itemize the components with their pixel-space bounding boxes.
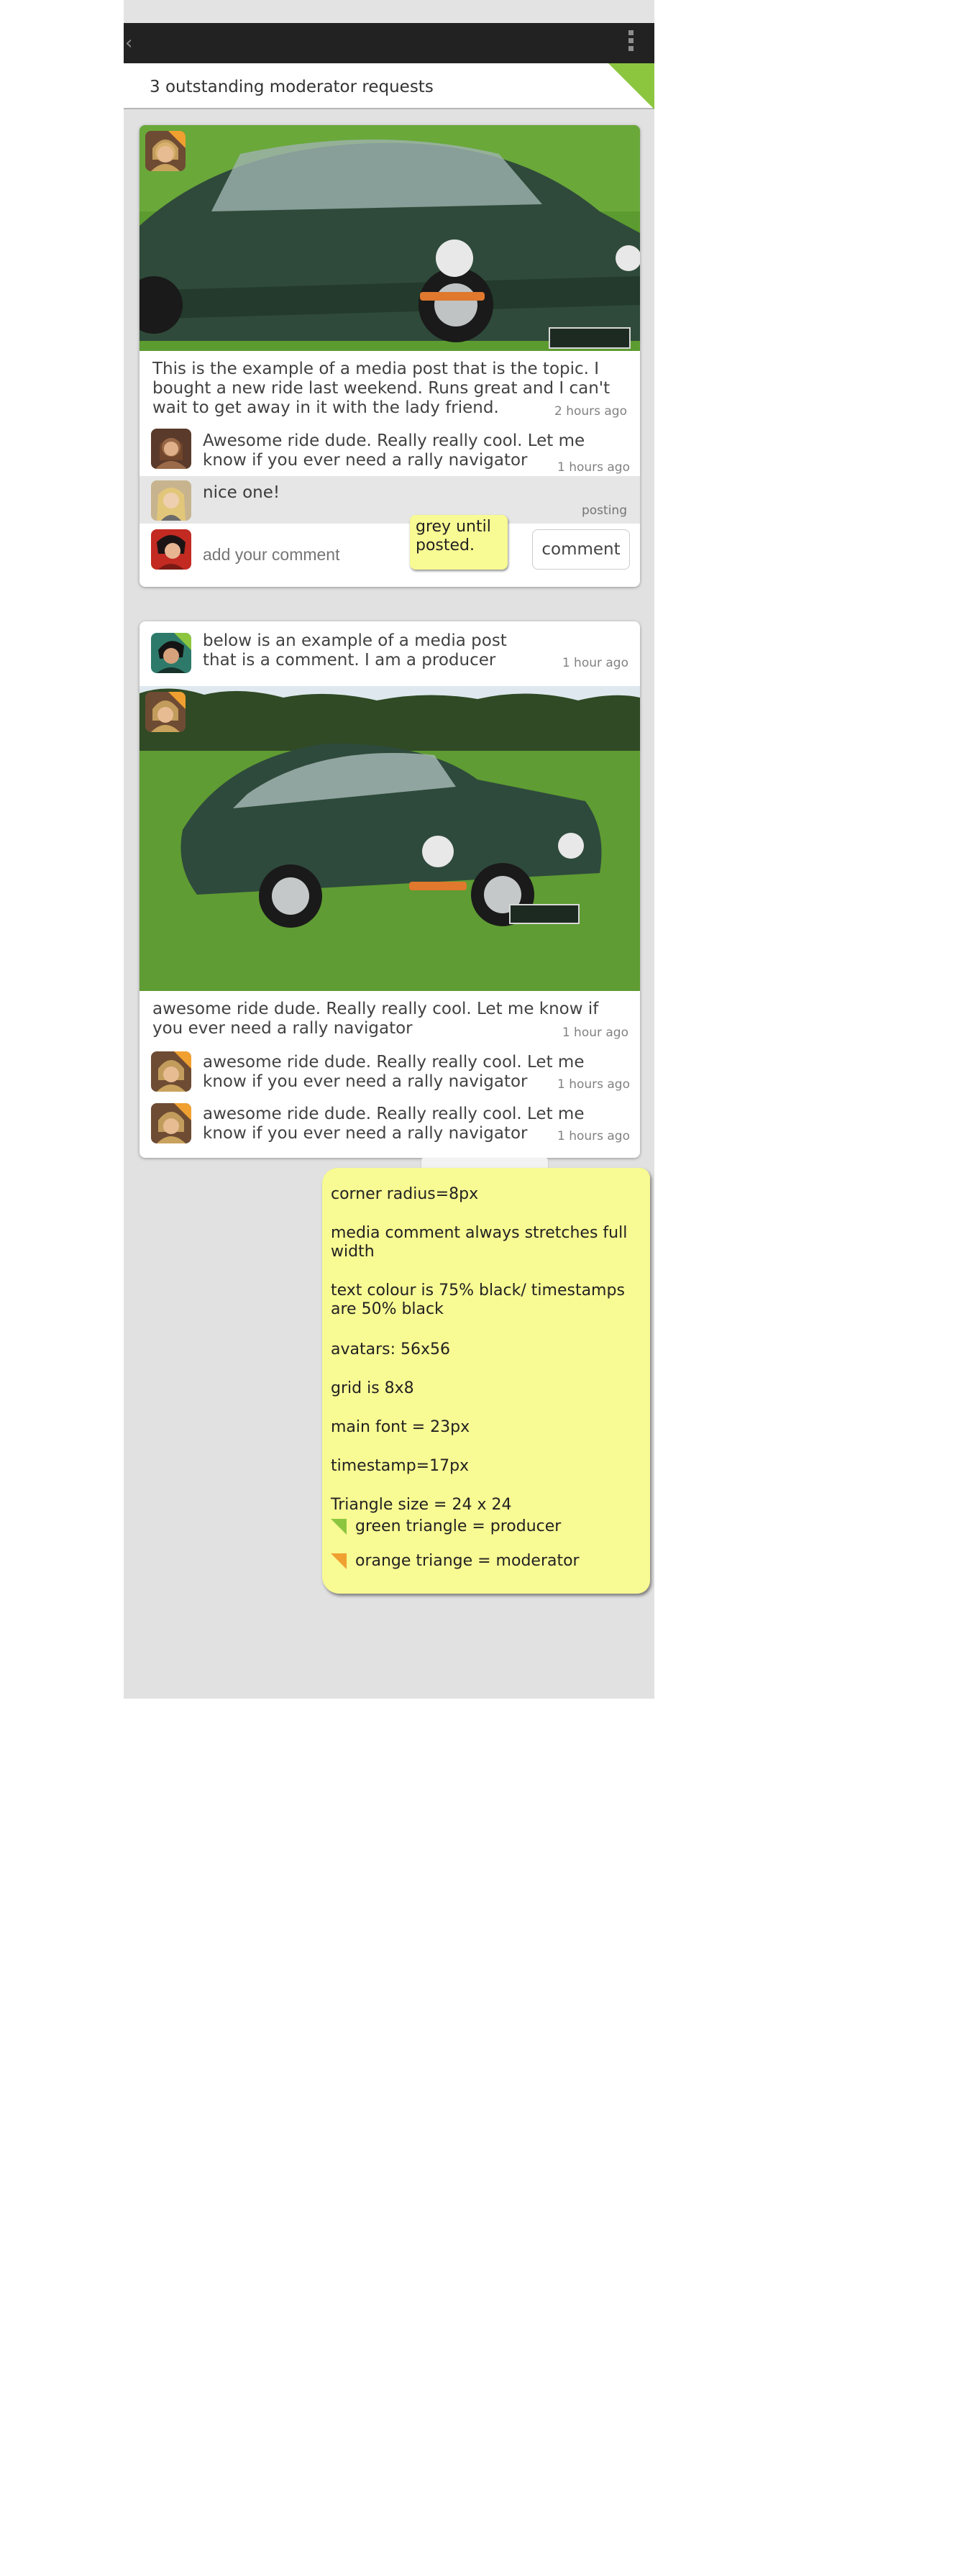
spec-line: corner radius=8px — [331, 1185, 479, 1203]
car-photo[interactable] — [140, 686, 640, 991]
producer-corner-triangle — [608, 63, 654, 109]
posting-status: posting — [581, 503, 627, 518]
spec-line: Triangle size = 24 x 24 — [331, 1496, 512, 1514]
moderator-triangle-icon — [174, 1051, 191, 1069]
producer-avatar[interactable] — [151, 633, 191, 673]
commenter-avatar[interactable] — [151, 480, 191, 521]
avatar-image — [151, 529, 191, 570]
comment-timestamp: 1 hours ago — [557, 1129, 630, 1143]
moderator-triangle-icon — [174, 1103, 191, 1120]
comment-input[interactable] — [203, 529, 440, 570]
sticky-note-specs: corner radius=8px media comment always s… — [322, 1168, 650, 1594]
post-header-timestamp: 1 hour ago — [562, 656, 628, 670]
moderator-avatar[interactable] — [151, 1051, 191, 1092]
status-gap — [124, 0, 654, 23]
spec-line: media comment always stretches full widt… — [331, 1224, 628, 1261]
overflow-menu-icon[interactable] — [628, 30, 636, 55]
moderator-avatar[interactable] — [151, 1103, 191, 1143]
avatar-image — [151, 480, 191, 521]
comment-media-post-card: below is an example of a media post that… — [140, 621, 640, 1158]
post-header-text: below is an example of a media post that… — [203, 631, 507, 670]
comment-text: nice one! — [203, 483, 280, 502]
commenter-avatar[interactable] — [151, 429, 191, 469]
avatar-image — [151, 429, 191, 469]
my-avatar[interactable] — [151, 529, 191, 570]
moderator-triangle-icon — [168, 692, 186, 709]
moderator-requests-label: 3 outstanding moderator requests — [150, 78, 434, 96]
spec-line: grid is 8x8 — [331, 1379, 414, 1397]
action-bar: ‹ — [124, 23, 654, 63]
post-timestamp: 2 hours ago — [554, 404, 627, 419]
spec-line: main font = 23px — [331, 1418, 470, 1436]
moderator-requests-bar[interactable]: 3 outstanding moderator requests — [124, 63, 654, 109]
spec-line: avatars: 56x56 — [331, 1340, 451, 1358]
chevron-left-icon[interactable]: ‹ — [125, 30, 132, 56]
orange-triangle-icon — [331, 1553, 347, 1569]
spec-line: timestamp=17px — [331, 1457, 470, 1475]
green-triangle-icon — [331, 1519, 347, 1535]
producer-triangle-icon — [174, 633, 191, 650]
spec-line: text colour is 75% black/ timestamps are… — [331, 1282, 625, 1318]
comment-button[interactable]: comment — [532, 529, 630, 570]
car-photo[interactable] — [140, 125, 640, 351]
media-post-card: This is the example of a media post that… — [140, 125, 640, 587]
moderator-triangle-icon — [168, 131, 186, 148]
post-caption-timestamp: 1 hour ago — [562, 1026, 628, 1040]
sticky-note-grey-until-posted: grey until posted. — [410, 515, 508, 570]
moderator-avatar[interactable] — [145, 131, 186, 171]
pending-comment-row: nice one! posting — [140, 476, 640, 524]
car-image — [140, 686, 640, 991]
comment-timestamp: 1 hours ago — [557, 460, 630, 475]
car-image — [140, 125, 640, 351]
comment-timestamp: 1 hours ago — [557, 1077, 630, 1092]
phone-screen: ‹ 3 outstanding moderator requests This … — [124, 0, 654, 1699]
moderator-avatar[interactable] — [145, 692, 186, 732]
legend-moderator: orange triange = moderator — [355, 1552, 580, 1570]
legend-producer: green triangle = producer — [355, 1517, 562, 1535]
